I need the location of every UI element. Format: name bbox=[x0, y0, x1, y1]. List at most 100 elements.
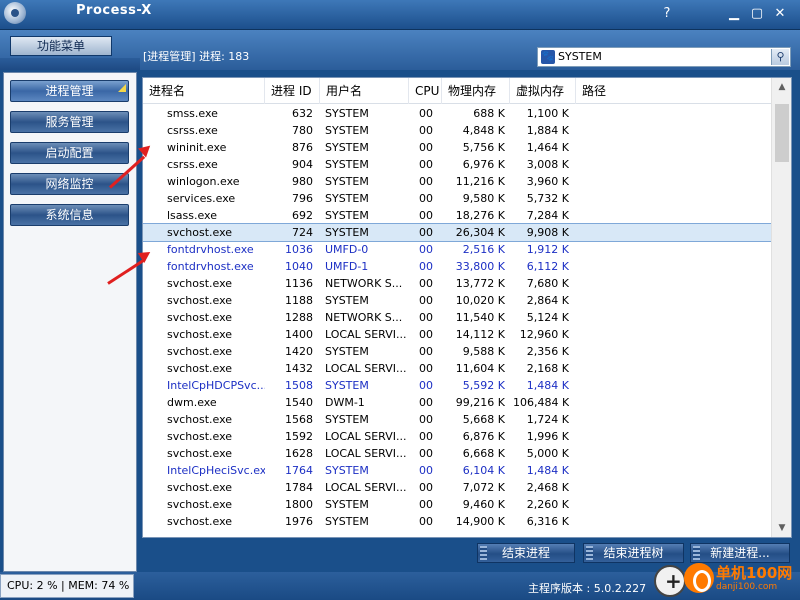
table-row[interactable]: svchost.exe 1784 LOCAL SERVI... 00 7,072 K 2,… bbox=[143, 479, 771, 496]
process-id-cell: 1784 bbox=[285, 481, 313, 494]
column-header-name[interactable]: 进程名 bbox=[143, 78, 265, 104]
table-row[interactable]: services.exe 796 SYSTEM 00 9,580 K 5,732 K bbox=[143, 190, 771, 207]
column-header-virtual-memory[interactable]: 虚拟内存 bbox=[510, 78, 576, 104]
help-icon[interactable]: ? bbox=[658, 6, 676, 22]
physical-memory-cell: 9,460 K bbox=[462, 498, 505, 511]
scroll-thumb[interactable] bbox=[775, 104, 789, 162]
table-row[interactable]: svchost.exe 1188 SYSTEM 00 10,020 K 2,864 K bbox=[143, 292, 771, 309]
virtual-memory-cell: 5,124 K bbox=[526, 311, 569, 324]
process-id-cell: 1764 bbox=[285, 464, 313, 477]
table-row[interactable]: svchost.exe 1976 SYSTEM 00 14,900 K 6,316 K bbox=[143, 513, 771, 530]
panel-title: [进程管理] 进程: 183 bbox=[143, 50, 250, 63]
paw-icon: 🐾 bbox=[541, 50, 555, 64]
maximize-button[interactable]: ▢ bbox=[748, 6, 766, 22]
physical-memory-cell: 99,216 K bbox=[455, 396, 505, 409]
cpu-cell: 00 bbox=[419, 498, 433, 511]
scroll-up-icon[interactable]: ▲ bbox=[772, 78, 791, 96]
virtual-memory-cell: 5,000 K bbox=[526, 447, 569, 460]
table-row[interactable]: wininit.exe 876 SYSTEM 00 5,756 K 1,464 K bbox=[143, 139, 771, 156]
physical-memory-cell: 688 K bbox=[473, 107, 505, 120]
user-name-cell: DWM-1 bbox=[325, 396, 365, 409]
physical-memory-cell: 10,020 K bbox=[455, 294, 505, 307]
table-row[interactable]: IntelCpHeciSvc.exe 1764 SYSTEM 00 6,104 K 1,4… bbox=[143, 462, 771, 479]
list-header: 进程名 进程 ID 用户名 CPU 物理内存 虚拟内存 路径 bbox=[143, 78, 771, 104]
search-box[interactable]: 🐾 SYSTEM ⚲ bbox=[537, 47, 791, 67]
sidebar-item-startup[interactable]: 启动配置 bbox=[10, 142, 129, 164]
vertical-scrollbar[interactable]: ▲ ▼ bbox=[771, 78, 791, 537]
sidebar-item-process[interactable]: 进程管理 bbox=[10, 80, 129, 102]
table-row[interactable]: svchost.exe 724 SYSTEM 00 26,304 K 9,908 K bbox=[143, 223, 771, 242]
column-header-user[interactable]: 用户名 bbox=[320, 78, 409, 104]
physical-memory-cell: 18,276 K bbox=[455, 209, 505, 222]
table-row[interactable]: csrss.exe 780 SYSTEM 00 4,848 K 1,884 K bbox=[143, 122, 771, 139]
table-row[interactable]: svchost.exe 1592 LOCAL SERVI... 00 6,876 K 1,… bbox=[143, 428, 771, 445]
table-row[interactable]: svchost.exe 1288 NETWORK S... 00 11,540 K 5,1… bbox=[143, 309, 771, 326]
virtual-memory-cell: 1,912 K bbox=[526, 243, 569, 256]
virtual-memory-cell: 2,468 K bbox=[526, 481, 569, 494]
process-id-cell: 632 bbox=[292, 107, 313, 120]
process-name-cell: services.exe bbox=[167, 192, 236, 205]
user-name-cell: UMFD-0 bbox=[325, 243, 369, 256]
virtual-memory-cell: 9,908 K bbox=[526, 226, 569, 239]
column-header-path[interactable]: 路径 bbox=[576, 78, 771, 104]
scroll-down-icon[interactable]: ▼ bbox=[772, 519, 791, 537]
virtual-memory-cell: 7,284 K bbox=[526, 209, 569, 222]
table-row[interactable]: svchost.exe 1800 SYSTEM 00 9,460 K 2,260 K bbox=[143, 496, 771, 513]
process-id-cell: 1036 bbox=[285, 243, 313, 256]
table-row[interactable]: svchost.exe 1568 SYSTEM 00 5,668 K 1,724 K bbox=[143, 411, 771, 428]
user-name-cell: SYSTEM bbox=[325, 209, 369, 222]
sidebar-item-sysinfo[interactable]: 系统信息 bbox=[10, 204, 129, 226]
new-process-button[interactable]: 新建进程... bbox=[690, 543, 790, 563]
virtual-memory-cell: 1,484 K bbox=[526, 379, 569, 392]
process-name-cell: svchost.exe bbox=[167, 294, 233, 307]
app-logo-icon bbox=[4, 2, 26, 24]
app-title: Process-X bbox=[76, 3, 152, 18]
process-name-cell: winlogon.exe bbox=[167, 175, 240, 188]
table-row[interactable]: svchost.exe 1136 NETWORK S... 00 13,772 K 7,6… bbox=[143, 275, 771, 292]
physical-memory-cell: 26,304 K bbox=[455, 226, 505, 239]
process-name-cell: IntelCpHeciSvc.exe bbox=[167, 464, 265, 477]
user-name-cell: LOCAL SERVI... bbox=[325, 362, 407, 375]
process-id-cell: 1800 bbox=[285, 498, 313, 511]
table-row[interactable]: dwm.exe 1540 DWM-1 00 99,216 K 106,484 K bbox=[143, 394, 771, 411]
search-input[interactable]: SYSTEM bbox=[558, 50, 602, 63]
process-name-cell: fontdrvhost.exe bbox=[167, 243, 254, 256]
cpu-cell: 00 bbox=[419, 362, 433, 375]
cpu-cell: 00 bbox=[419, 464, 433, 477]
table-row[interactable]: fontdrvhost.exe 1036 UMFD-0 00 2,516 K 1,912 … bbox=[143, 241, 771, 258]
table-row[interactable]: svchost.exe 1400 LOCAL SERVI... 00 14,112 K 1… bbox=[143, 326, 771, 343]
end-process-tree-button[interactable]: 结束进程树 bbox=[583, 543, 684, 563]
user-name-cell: SYSTEM bbox=[325, 379, 369, 392]
column-header-physical-memory[interactable]: 物理内存 bbox=[442, 78, 510, 104]
process-name-cell: IntelCpHDCPSvc.... bbox=[167, 379, 265, 392]
end-process-button[interactable]: 结束进程 bbox=[477, 543, 575, 563]
table-row[interactable]: svchost.exe 1420 SYSTEM 00 9,588 K 2,356 K bbox=[143, 343, 771, 360]
physical-memory-cell: 5,756 K bbox=[462, 141, 505, 154]
virtual-memory-cell: 1,884 K bbox=[526, 124, 569, 137]
user-name-cell: SYSTEM bbox=[325, 294, 369, 307]
table-row[interactable]: lsass.exe 692 SYSTEM 00 18,276 K 7,284 K bbox=[143, 207, 771, 224]
table-row[interactable]: fontdrvhost.exe 1040 UMFD-1 00 33,800 K 6,112… bbox=[143, 258, 771, 275]
close-button[interactable]: ✕ bbox=[771, 6, 789, 22]
user-name-cell: LOCAL SERVI... bbox=[325, 328, 407, 341]
sidebar-item-service[interactable]: 服务管理 bbox=[10, 111, 129, 133]
process-list[interactable]: 进程名 进程 ID 用户名 CPU 物理内存 虚拟内存 路径 smss.exe 6… bbox=[142, 77, 792, 538]
user-name-cell: SYSTEM bbox=[325, 464, 369, 477]
user-name-cell: SYSTEM bbox=[325, 498, 369, 511]
table-row[interactable]: winlogon.exe 980 SYSTEM 00 11,216 K 3,960 K bbox=[143, 173, 771, 190]
process-name-cell: svchost.exe bbox=[167, 362, 233, 375]
table-row[interactable]: svchost.exe 1432 LOCAL SERVI... 00 11,604 K 2… bbox=[143, 360, 771, 377]
table-row[interactable]: csrss.exe 904 SYSTEM 00 6,976 K 3,008 K bbox=[143, 156, 771, 173]
table-row[interactable]: IntelCpHDCPSvc.... 1508 SYSTEM 00 5,592 K 1,4… bbox=[143, 377, 771, 394]
function-menu-button[interactable]: 功能菜单 bbox=[10, 36, 112, 56]
search-icon[interactable]: ⚲ bbox=[771, 49, 789, 65]
column-header-pid[interactable]: 进程 ID bbox=[265, 78, 320, 104]
table-row[interactable]: smss.exe 632 SYSTEM 00 688 K 1,100 K bbox=[143, 105, 771, 122]
process-id-cell: 724 bbox=[292, 226, 313, 239]
minimize-button[interactable]: ▁ bbox=[725, 6, 743, 22]
watermark-url: danji100.com bbox=[716, 582, 778, 592]
column-header-cpu[interactable]: CPU bbox=[409, 78, 442, 104]
physical-memory-cell: 6,668 K bbox=[462, 447, 505, 460]
table-row[interactable]: svchost.exe 1628 LOCAL SERVI... 00 6,668 K 5,… bbox=[143, 445, 771, 462]
process-name-cell: svchost.exe bbox=[167, 413, 233, 426]
